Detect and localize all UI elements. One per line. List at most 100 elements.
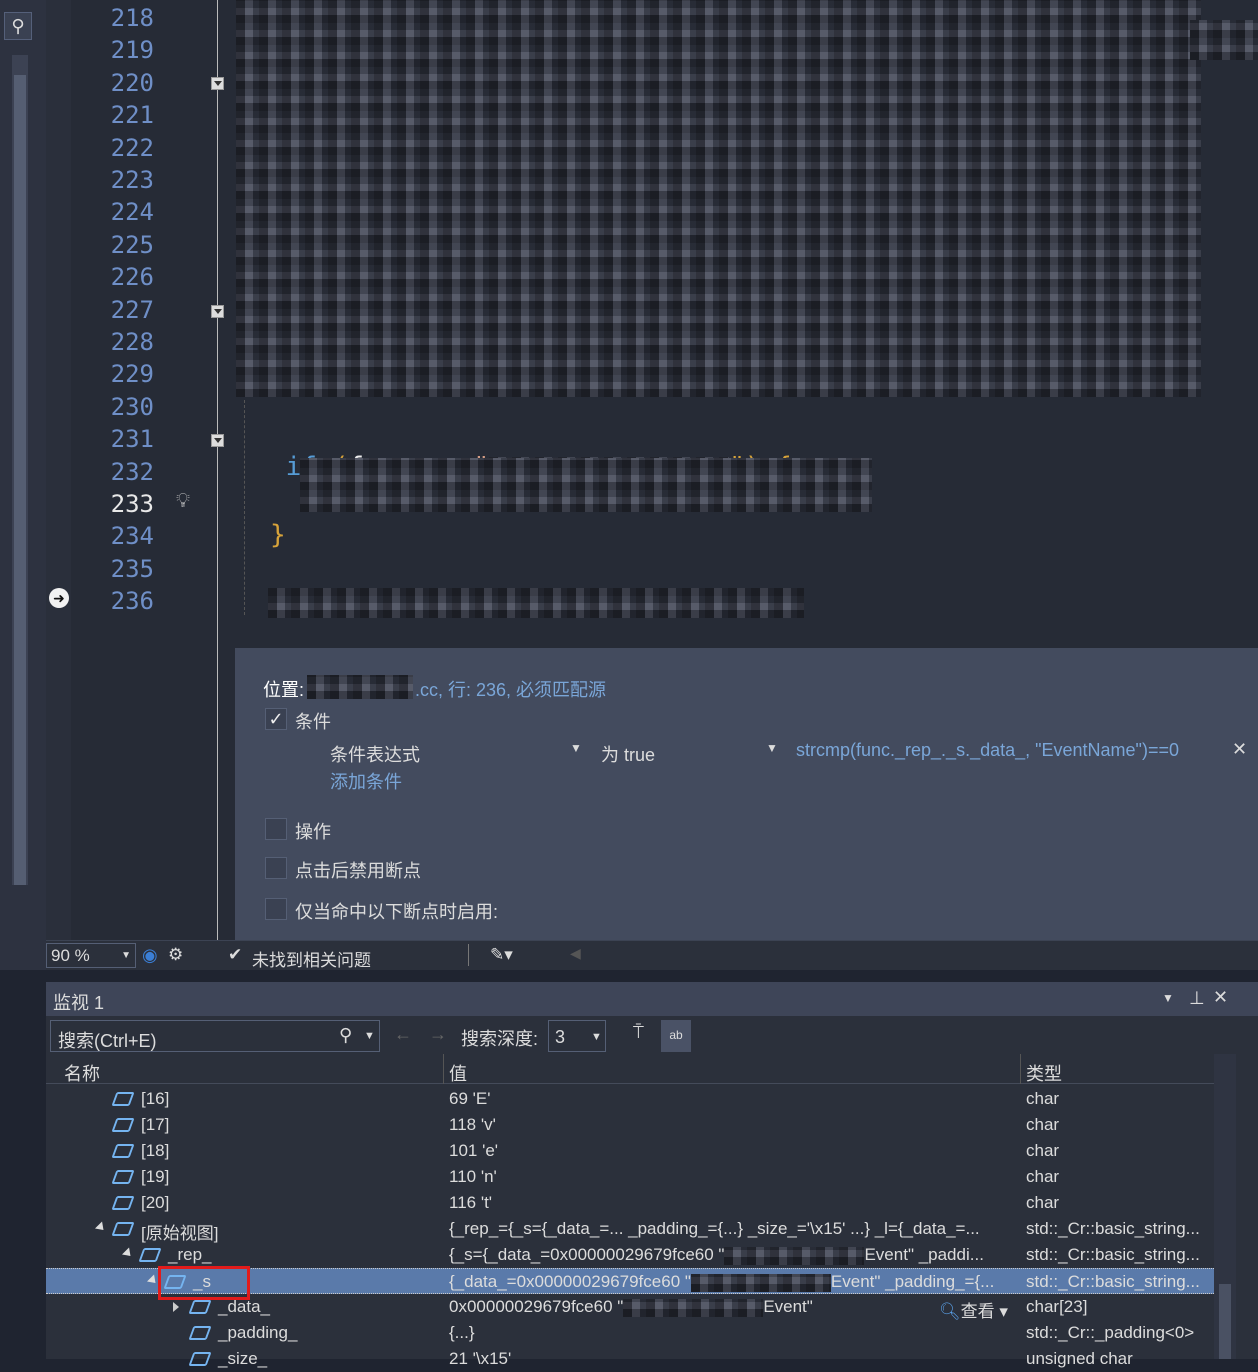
watch-value[interactable]: 69 'E' <box>449 1089 490 1109</box>
fold-toggle[interactable] <box>211 434 224 447</box>
line-number: 233 <box>110 490 154 518</box>
condition-type-dropdown[interactable]: 条件表达式 <box>330 741 420 767</box>
window-menu-icon[interactable]: ▼ <box>1162 991 1174 1005</box>
close-icon[interactable]: ✕ <box>1213 987 1228 1008</box>
watch-row[interactable]: _padding_ {...} std::_Cr::_padding<0> <box>46 1320 1214 1346</box>
watch-row[interactable]: [20] 116 't' char <box>46 1190 1214 1216</box>
watch-name: _data_ <box>218 1297 270 1316</box>
watch-row[interactable]: [17] 118 'v' char <box>46 1112 1214 1138</box>
value-text: {_data_=0x00000029679fce60 " <box>449 1272 691 1291</box>
expand-arrow-icon[interactable] <box>173 1302 179 1312</box>
watch-value[interactable]: 118 'v' <box>449 1115 496 1135</box>
watch-row[interactable]: [原始视图] {_rep_={_s={_data_=... _padding_={… <box>46 1216 1214 1243</box>
watch-row[interactable]: [16] 69 'E' char <box>46 1086 1214 1112</box>
redacted-string <box>690 1273 831 1292</box>
actions-checkbox[interactable] <box>265 818 287 840</box>
column-value[interactable]: 值 <box>449 1060 467 1086</box>
cleanup-brush-icon[interactable]: ✎▾ <box>490 945 513 965</box>
watch-type: std::_Cr::_padding<0> <box>1026 1323 1195 1342</box>
search-depth-value: 3 <box>555 1027 566 1047</box>
scroll-left-icon[interactable]: ◀ <box>570 945 581 962</box>
location-link[interactable]: .cc, 行: 236, 必须匹配源 <box>415 676 606 702</box>
line-number: 221 <box>110 101 154 130</box>
line-number: 235 <box>110 554 154 583</box>
watch-value[interactable]: 116 't' <box>449 1193 492 1213</box>
value-text: 69 'E' <box>449 1089 491 1108</box>
line-number: 225 <box>110 230 154 259</box>
only-enable-checkbox[interactable] <box>265 898 287 920</box>
vertical-scrollbar[interactable] <box>12 55 28 885</box>
field-icon <box>111 1091 135 1111</box>
watch-row[interactable]: [19] 110 'n' char <box>46 1164 1214 1190</box>
watch-value[interactable]: {...} <box>449 1323 475 1343</box>
watch-value[interactable]: 0x00000029679fce60 " Event" <box>449 1297 813 1317</box>
line-number: 230 <box>110 392 154 421</box>
search-icon[interactable]: ⚲ <box>339 1025 352 1046</box>
fold-toggle[interactable] <box>211 77 224 90</box>
watch-scrollbar[interactable] <box>1214 1054 1236 1359</box>
disable-after-hit-checkbox[interactable] <box>265 857 287 879</box>
location-label: 位置: <box>263 680 305 700</box>
watch-row[interactable]: [18] 101 'e' char <box>46 1138 1214 1164</box>
watch-value[interactable]: 101 'e' <box>449 1141 498 1161</box>
search-icon[interactable]: ⚲ <box>4 12 32 40</box>
watch-name: _rep_ <box>168 1245 212 1264</box>
search-options-chevron-icon[interactable]: ▼ <box>364 1030 375 1042</box>
zoom-value: 90 % <box>51 946 90 965</box>
condition-mode-dropdown[interactable]: 为 true <box>601 741 655 767</box>
pin-value-icon[interactable]: ab <box>661 1020 691 1052</box>
field-icon <box>111 1169 135 1189</box>
copilot-icon[interactable]: ◉ <box>142 945 158 966</box>
text-visualizer-button[interactable]: 🔍︎查看 ▾ <box>939 1297 1008 1322</box>
column-headers: 名称 值 类型 <box>46 1054 1214 1084</box>
line-number: 220 <box>110 68 154 97</box>
back-arrow-icon[interactable]: ← <box>394 1024 412 1045</box>
field-icon <box>111 1221 135 1241</box>
collapse-arrow-icon[interactable] <box>121 1247 135 1260</box>
field-icon <box>111 1117 135 1137</box>
search-depth-label: 搜索深度: <box>461 1029 539 1049</box>
pin-icon[interactable]: ⊥ <box>1189 988 1205 1009</box>
search-depth-dropdown[interactable]: 3 ▼ <box>548 1020 606 1052</box>
watch-name: [17] <box>141 1115 170 1134</box>
chevron-down-icon[interactable]: ▼ <box>570 741 582 755</box>
field-icon <box>111 1195 135 1215</box>
chevron-down-icon[interactable]: ▼ <box>766 741 778 755</box>
zoom-dropdown[interactable]: 90 % ▼ <box>46 943 136 968</box>
highlight-box <box>158 1266 250 1300</box>
pin-filter-icon[interactable]: ⍑ <box>633 1022 644 1043</box>
conditions-checkbox[interactable]: ✓ <box>265 708 287 730</box>
fold-toggle[interactable] <box>211 305 224 318</box>
value-text: Event" <box>763 1297 813 1316</box>
watch-value[interactable]: {_s={_data_=0x00000029679fce60 " Event" _… <box>449 1245 984 1265</box>
forward-arrow-icon[interactable]: → <box>429 1024 447 1045</box>
watch-value[interactable]: {_rep_={_s={_data_=... _padding_={...} _… <box>449 1219 980 1239</box>
value-text: {...} <box>449 1323 475 1342</box>
value-text: 0x00000029679fce60 " <box>449 1297 624 1316</box>
breakpoint-gutter[interactable] <box>46 0 71 940</box>
search-input[interactable]: 搜索(Ctrl+E) ⚲ ▼ <box>50 1020 380 1052</box>
lightbulb-icon[interactable]: 💡︎ <box>176 490 190 513</box>
watch-name: [16] <box>141 1089 170 1108</box>
field-icon <box>188 1351 212 1371</box>
watch-name: _size_ <box>218 1349 268 1368</box>
column-name[interactable]: 名称 <box>64 1060 100 1086</box>
add-condition-link[interactable]: 添加条件 <box>330 768 402 794</box>
value-text: 101 'e' <box>449 1141 499 1160</box>
issues-status[interactable]: 未找到相关问题 <box>252 946 371 971</box>
column-type[interactable]: 类型 <box>1026 1060 1062 1086</box>
watch-type: char[23] <box>1026 1297 1088 1316</box>
remove-condition-icon[interactable]: ✕ <box>1232 739 1247 760</box>
watch-value[interactable]: 110 'n' <box>449 1167 497 1187</box>
watch-row[interactable]: _rep_ {_s={_data_=0x00000029679fce60 " Eve… <box>46 1242 1214 1268</box>
health-icon[interactable]: ⚙ <box>168 945 183 965</box>
redacted-string <box>623 1298 764 1317</box>
watch-type: char <box>1026 1089 1060 1108</box>
watch-value[interactable]: 21 '\x15' <box>449 1349 511 1369</box>
watch-row[interactable]: _size_ 21 '\x15' unsigned char <box>46 1346 1214 1372</box>
value-text: Event" _padding_={... <box>830 1272 995 1291</box>
collapse-arrow-icon[interactable] <box>94 1221 108 1234</box>
watch-type: char <box>1026 1193 1060 1212</box>
condition-expression-input[interactable]: strcmp(func._rep_._s._data_, "EventName"… <box>796 740 1179 761</box>
watch-value[interactable]: {_data_=0x00000029679fce60 " Event" _padd… <box>449 1272 994 1292</box>
